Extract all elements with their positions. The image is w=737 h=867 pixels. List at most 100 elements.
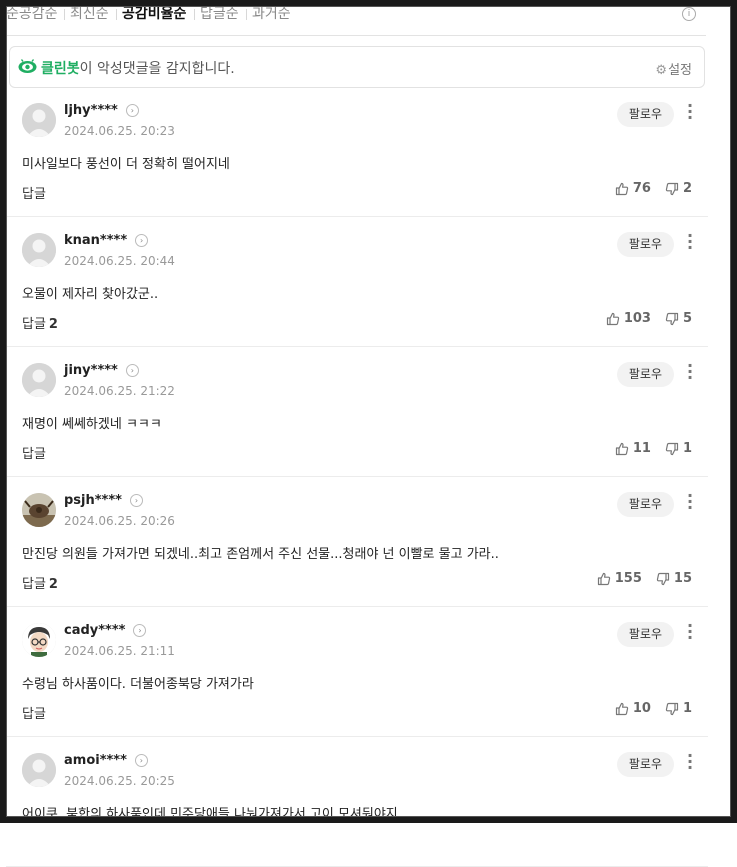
sort-tab-replies[interactable]: 답글순 xyxy=(200,6,239,22)
author-nickname[interactable]: knan**** xyxy=(64,233,127,248)
more-vertical-icon[interactable]: · · · xyxy=(686,98,694,126)
like-button[interactable]: 10 xyxy=(615,701,651,716)
thumbs-up-icon xyxy=(615,182,629,195)
comment-text: 수령님 하사품이다. 더불어종북당 가져가라 xyxy=(22,677,254,692)
chevron-right-icon[interactable]: › xyxy=(134,754,148,767)
comment-author[interactable]: amoi**** › xyxy=(64,753,148,768)
follow-button[interactable]: 팔로우 xyxy=(616,752,674,777)
reply-label: 답글 xyxy=(22,317,46,332)
cleanbot-bar: 클린봇이 악성댓글을 감지합니다. ⚙설정 xyxy=(9,46,705,88)
like-count: 10 xyxy=(632,701,651,716)
reply-button[interactable]: 답글 2 xyxy=(22,313,58,332)
like-count: 103 xyxy=(623,311,651,326)
like-button[interactable]: 103 xyxy=(606,311,651,326)
comment-author[interactable]: cady**** › xyxy=(64,623,147,638)
sort-divider xyxy=(64,9,65,20)
comment-item: cady**** › 2024.06.25. 21:11 팔로우 · · · 수령님 하사품이… xyxy=(6,607,708,737)
more-vertical-icon[interactable]: · · · xyxy=(686,358,694,386)
avatar[interactable] xyxy=(22,753,56,787)
chevron-right-icon[interactable]: › xyxy=(125,364,139,377)
dislike-button[interactable]: 15 xyxy=(656,571,692,586)
comment-date: 2024.06.25. 20:26 xyxy=(64,514,175,528)
like-button[interactable]: 155 xyxy=(597,571,642,586)
comment-item: psjh**** › 2024.06.25. 20:26 팔로우 · · · 만진당 의원들 … xyxy=(6,477,708,607)
more-vertical-icon[interactable]: · · · xyxy=(686,748,694,776)
comment-text: 오물이 제자리 찾아갔군.. xyxy=(22,287,159,302)
comment-date: 2024.06.25. 20:23 xyxy=(64,124,175,138)
thumbs-up-icon xyxy=(606,312,619,325)
chevron-right-icon[interactable]: › xyxy=(129,494,143,507)
comment-text: 재명이 쎄쎄하겠네 ㅋㅋㅋ xyxy=(22,417,162,432)
thumbs-down-icon xyxy=(665,702,679,715)
author-nickname[interactable]: psjh**** xyxy=(64,493,122,508)
bull-avatar-icon xyxy=(22,493,56,527)
dislike-count: 1 xyxy=(682,701,692,716)
follow-button[interactable]: 팔로우 xyxy=(616,622,674,647)
thumbs-down-icon xyxy=(665,442,679,455)
dislike-button[interactable]: 2 xyxy=(665,181,692,196)
avatar[interactable] xyxy=(22,103,56,137)
like-button[interactable]: 76 xyxy=(615,181,651,196)
cleanbot-eye-icon xyxy=(18,59,37,73)
comment-item: jiny**** › 2024.06.25. 21:22 팔로우 · · · 재명이 쎄쎄하겠… xyxy=(6,347,708,477)
chevron-right-icon[interactable]: › xyxy=(133,624,147,637)
comment-author[interactable]: ljhy**** › xyxy=(64,103,139,118)
reply-button[interactable]: 답글 xyxy=(22,183,46,202)
comment-author[interactable]: knan**** › xyxy=(64,233,149,248)
avatar[interactable] xyxy=(22,233,56,267)
default-avatar-icon xyxy=(22,363,56,397)
cleanbot-settings-button[interactable]: ⚙설정 xyxy=(655,59,692,78)
avatar[interactable] xyxy=(22,623,56,657)
chevron-right-icon[interactable]: › xyxy=(125,104,139,117)
comment-date: 2024.06.25. 21:22 xyxy=(64,384,175,398)
author-nickname[interactable]: amoi**** xyxy=(64,753,127,768)
like-count: 76 xyxy=(632,181,651,196)
reply-label: 답글 xyxy=(22,447,46,462)
comment-author[interactable]: jiny**** › xyxy=(64,363,139,378)
sort-tab-ratio[interactable]: 공감비율순 xyxy=(122,6,186,22)
comment-item: amoi**** › 2024.06.25. 20:25 팔로우 · · · 어이쿠, 북한의… xyxy=(6,737,708,867)
vote-group: 155 15 xyxy=(583,571,692,586)
dislike-button[interactable]: 1 xyxy=(665,701,692,716)
reply-button[interactable]: 답글 xyxy=(22,443,46,462)
follow-button[interactable]: 팔로우 xyxy=(616,232,674,257)
sort-tab-recommend[interactable]: 순공감순 xyxy=(6,6,58,22)
character-avatar-icon xyxy=(22,623,56,657)
vote-group: 11 1 xyxy=(601,441,692,456)
default-avatar-icon xyxy=(22,233,56,267)
chevron-right-icon[interactable]: › xyxy=(135,234,149,247)
more-vertical-icon[interactable]: · · · xyxy=(686,228,694,256)
reply-label: 답글 xyxy=(22,577,46,592)
follow-button[interactable]: 팔로우 xyxy=(616,362,674,387)
comment-author[interactable]: psjh**** › xyxy=(64,493,143,508)
dislike-button[interactable]: 1 xyxy=(665,441,692,456)
sort-tab-latest[interactable]: 최신순 xyxy=(70,6,109,22)
more-vertical-icon[interactable]: · · · xyxy=(686,618,694,646)
info-icon[interactable]: i xyxy=(682,7,696,21)
avatar[interactable] xyxy=(22,493,56,527)
default-avatar-icon xyxy=(22,103,56,137)
author-nickname[interactable]: cady**** xyxy=(64,623,125,638)
comment-text: 만진당 의원들 가져가면 되겠네..최고 존엄께서 주신 선물...청래야 넌 … xyxy=(22,547,499,562)
reply-button[interactable]: 답글 xyxy=(22,703,46,722)
dislike-count: 15 xyxy=(673,571,692,586)
vote-group: 76 2 xyxy=(601,181,692,196)
reply-count: 2 xyxy=(48,577,58,592)
cleanbot-brand[interactable]: 클린봇 xyxy=(41,61,80,77)
reply-count: 2 xyxy=(48,317,58,332)
author-nickname[interactable]: ljhy**** xyxy=(64,103,118,118)
avatar[interactable] xyxy=(22,363,56,397)
like-count: 155 xyxy=(614,571,642,586)
like-button[interactable]: 11 xyxy=(615,441,651,456)
more-vertical-icon[interactable]: · · · xyxy=(686,488,694,516)
reply-label: 답글 xyxy=(22,187,46,202)
dislike-button[interactable]: 5 xyxy=(665,311,692,326)
thumbs-down-icon xyxy=(665,182,679,195)
follow-button[interactable]: 팔로우 xyxy=(616,102,674,127)
thumbs-down-icon xyxy=(656,572,670,585)
follow-button[interactable]: 팔로우 xyxy=(616,492,674,517)
sort-tab-oldest[interactable]: 과거순 xyxy=(252,6,291,22)
reply-button[interactable]: 답글 2 xyxy=(22,573,58,592)
gear-icon: ⚙ xyxy=(655,63,668,78)
author-nickname[interactable]: jiny**** xyxy=(64,363,118,378)
